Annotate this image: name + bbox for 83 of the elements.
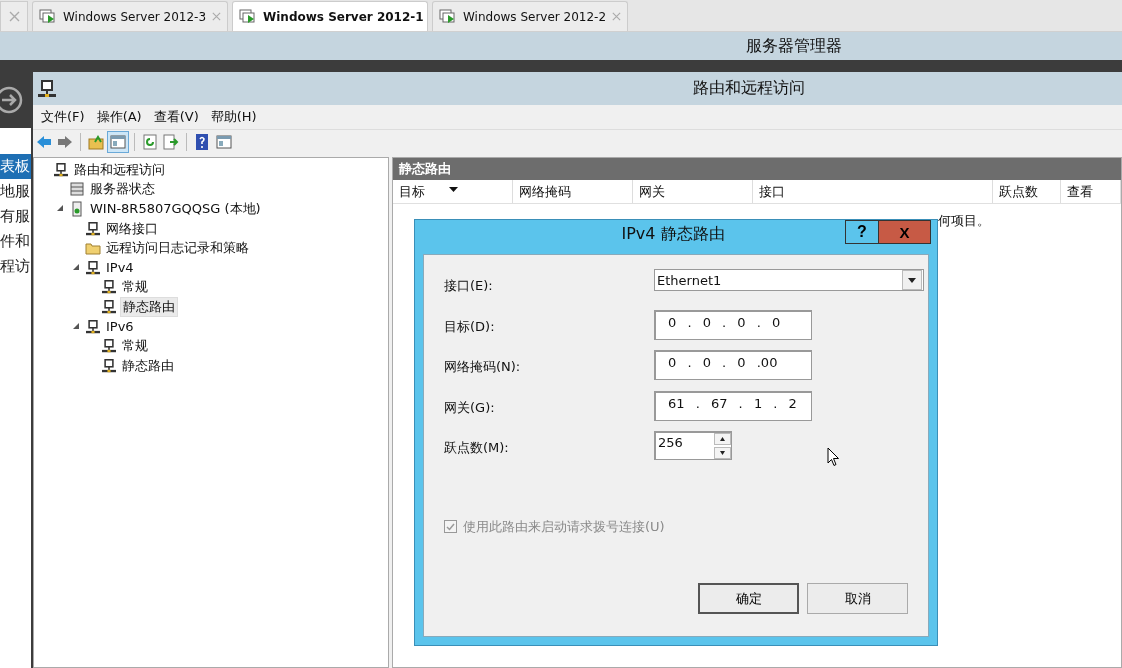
- window-title: 服务器管理器: [746, 35, 842, 57]
- tree-item[interactable]: 网络接口: [104, 219, 160, 238]
- window-title: 路由和远程访问: [693, 78, 805, 99]
- panel-header: 静态路由: [393, 158, 1121, 180]
- close-icon[interactable]: [612, 11, 621, 22]
- help-icon[interactable]: [193, 133, 211, 151]
- vm-icon: [39, 8, 57, 25]
- field-label: 接口(E):: [444, 277, 494, 295]
- field-label: 目标(D):: [444, 317, 496, 336]
- column-header[interactable]: 网关: [639, 180, 665, 203]
- dialog-title: IPv4 静态路由: [620, 224, 726, 245]
- field-label: 跃点数(M):: [444, 439, 510, 457]
- close-icon[interactable]: [212, 11, 221, 22]
- tree-item[interactable]: 静态路由: [120, 356, 176, 375]
- browser-tab[interactable]: Windows Server 2012-1: [232, 1, 428, 31]
- forward-icon[interactable]: [56, 133, 74, 151]
- field-label: 网络掩码(N):: [444, 358, 522, 376]
- tab-label: Windows Server 2012-1: [263, 9, 424, 24]
- cursor-icon: [827, 447, 840, 467]
- network-icon: [85, 221, 101, 236]
- tree-item[interactable]: IPv6: [104, 319, 136, 335]
- field-label: 网关(G):: [444, 398, 496, 417]
- tree-item[interactable]: 静态路由: [120, 296, 178, 317]
- expand-icon[interactable]: [57, 205, 63, 211]
- network-icon: [101, 280, 117, 295]
- vm-icon: [439, 8, 457, 25]
- dialog-button[interactable]: 确定: [698, 583, 799, 614]
- tab-label: Windows Server 2012-2: [463, 9, 607, 24]
- menu-item[interactable]: 帮助(H): [210, 108, 257, 126]
- interface-dropdown[interactable]: Ethernet1: [654, 269, 924, 291]
- column-header[interactable]: 目标: [399, 180, 425, 203]
- column-header[interactable]: 网络掩码: [519, 180, 571, 203]
- folder-icon: [85, 241, 101, 256]
- caret-icon: [908, 277, 916, 283]
- column-header[interactable]: 接口: [759, 180, 785, 203]
- computer-icon: [69, 201, 85, 217]
- forward-icon[interactable]: [0, 86, 23, 114]
- network-icon: [101, 299, 117, 314]
- tree-item[interactable]: 常规: [120, 337, 150, 356]
- vm-icon: [239, 8, 257, 25]
- sidebar-item[interactable]: 件和: [0, 229, 31, 254]
- back-icon[interactable]: [35, 133, 53, 151]
- tree-item[interactable]: 远程访问日志记录和策略: [104, 239, 251, 258]
- tree-item[interactable]: WIN-8R5807GQQSG (本地): [88, 200, 263, 218]
- network-icon: [101, 339, 117, 354]
- menu-item[interactable]: 文件(F): [41, 108, 85, 126]
- menu-item[interactable]: 查看(V): [153, 108, 199, 126]
- refresh-icon[interactable]: [141, 133, 159, 151]
- ip-address-field[interactable]: 0 . 0 . 0 .00: [654, 350, 812, 380]
- tree-item[interactable]: 路由和远程访问: [72, 160, 167, 179]
- sidebar-item[interactable]: 有服: [0, 204, 31, 229]
- column-header[interactable]: 查看: [1067, 180, 1093, 203]
- tab-label: Windows Server 2012-3: [63, 9, 207, 24]
- pane-icon[interactable]: [214, 132, 234, 152]
- folder-icon[interactable]: [87, 133, 105, 151]
- close-icon[interactable]: [8, 11, 20, 22]
- tree-item[interactable]: 服务器状态: [88, 180, 157, 199]
- server-icon: [69, 182, 85, 197]
- ip-address-field[interactable]: 61 . 67 . 1 . 2: [654, 390, 812, 421]
- dialog-button[interactable]: 取消: [807, 583, 908, 614]
- help-button[interactable]: ?: [845, 220, 879, 244]
- checkbox-label: 使用此路由来启动请求拨号连接(U): [463, 517, 665, 536]
- pane-icon[interactable]: [108, 132, 128, 152]
- sidebar-item[interactable]: 表板: [0, 154, 31, 179]
- close-button[interactable]: X: [879, 220, 931, 244]
- network-icon: [37, 79, 57, 98]
- tree-item[interactable]: IPv4: [104, 260, 136, 276]
- network-icon: [85, 319, 101, 334]
- network-icon: [53, 162, 69, 177]
- browser-tab[interactable]: Windows Server 2012-2: [432, 1, 628, 31]
- sidebar-item[interactable]: 程访: [0, 254, 31, 279]
- empty-message: 何项目。: [938, 213, 990, 228]
- expand-icon[interactable]: [73, 263, 79, 270]
- browser-tab[interactable]: Windows Server 2012-3: [32, 1, 228, 31]
- network-icon: [85, 260, 101, 275]
- column-header[interactable]: 跃点数: [999, 180, 1038, 203]
- sidebar-item[interactable]: 地服: [0, 179, 31, 204]
- tree-item[interactable]: 常规: [120, 278, 150, 297]
- export-icon[interactable]: [162, 133, 180, 151]
- network-icon: [101, 358, 117, 373]
- ip-address-field[interactable]: 0 . 0 . 0 . 0: [654, 309, 812, 340]
- menu-item[interactable]: 操作(A): [96, 108, 142, 126]
- expand-icon[interactable]: [73, 322, 79, 329]
